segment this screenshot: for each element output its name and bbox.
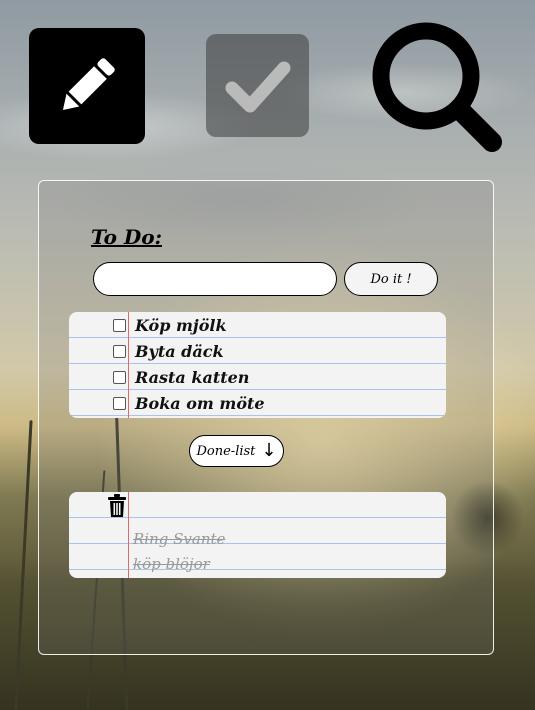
todo-item-label: Rasta katten — [135, 367, 250, 387]
search-button[interactable] — [366, 18, 506, 156]
todo-checkbox[interactable] — [113, 344, 126, 358]
todo-item-label: Boka om möte — [135, 393, 265, 413]
list-item: Köp mjölk — [69, 312, 446, 338]
done-list: Ring Svante köp blöjor — [69, 492, 446, 578]
add-todo-button[interactable]: Do it ! — [344, 262, 438, 296]
todo-list: Köp mjölk Byta däck Rasta katten Boka om… — [69, 312, 446, 418]
list-item: Rasta katten — [69, 364, 446, 390]
arrow-down-icon: ↓ — [261, 440, 277, 461]
list-item: Boka om möte — [69, 390, 446, 416]
todo-checkbox[interactable] — [113, 318, 126, 332]
edit-mode-button[interactable] — [29, 28, 145, 144]
todo-item-label: Köp mjölk — [135, 315, 227, 335]
todo-panel: To Do: Do it ! Köp mjölk Byta däck Rasta… — [38, 180, 494, 655]
todo-title: To Do: — [91, 225, 162, 249]
magnifier-icon — [372, 22, 502, 152]
done-list-toggle-button[interactable]: Done-list ↓ — [189, 435, 284, 467]
done-list-toggle-label: Done-list — [196, 443, 256, 459]
new-todo-input[interactable] — [93, 262, 337, 296]
todo-item-label: Byta däck — [135, 341, 224, 361]
checkmark-icon — [225, 61, 290, 112]
top-toolbar — [0, 0, 535, 160]
list-item: köp blöjor — [69, 551, 446, 577]
done-item-label[interactable]: Ring Svante — [133, 530, 225, 548]
trash-icon[interactable] — [106, 494, 128, 518]
todo-checkbox[interactable] — [113, 370, 126, 384]
todo-checkbox[interactable] — [113, 396, 126, 410]
list-item: Ring Svante — [69, 526, 446, 552]
done-mode-button[interactable] — [206, 34, 309, 137]
done-item-label[interactable]: köp blöjor — [133, 555, 210, 573]
list-item: Byta däck — [69, 338, 446, 364]
pencil-icon — [62, 58, 115, 111]
